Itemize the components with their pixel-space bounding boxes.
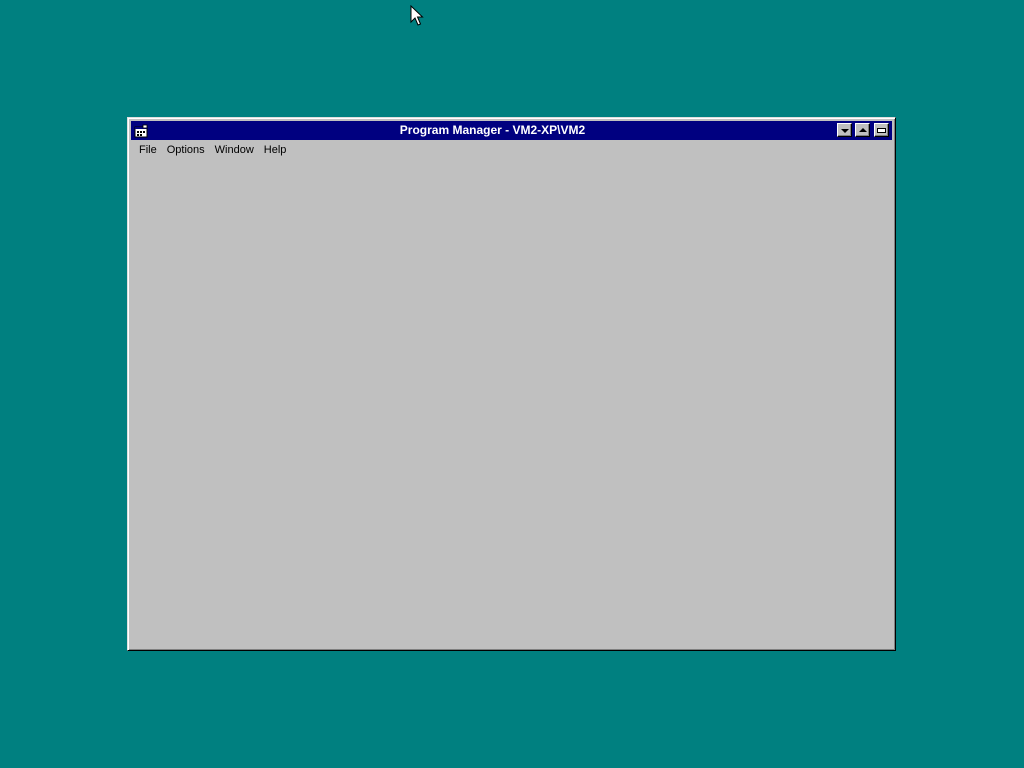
menu-file[interactable]: File <box>134 141 162 159</box>
title-bar[interactable]: Program Manager - VM2-XP\VM2 <box>131 121 892 140</box>
program-manager-workspace[interactable] <box>131 160 892 647</box>
control-menu-button[interactable] <box>874 123 889 137</box>
program-manager-window[interactable]: Program Manager - VM2-XP\VM2 File Option… <box>127 117 896 651</box>
menu-window[interactable]: Window <box>210 141 259 159</box>
minimize-button[interactable] <box>837 123 852 137</box>
mouse-pointer-icon <box>410 5 424 26</box>
desktop[interactable]: Program Manager - VM2-XP\VM2 File Option… <box>0 0 1024 768</box>
window-title: Program Manager - VM2-XP\VM2 <box>399 123 586 137</box>
program-manager-glyph <box>134 124 148 137</box>
maximize-button[interactable] <box>855 123 870 137</box>
menu-options[interactable]: Options <box>162 141 210 159</box>
menu-help[interactable]: Help <box>259 141 292 159</box>
minimize-icon <box>840 128 849 133</box>
menu-bar: File Options Window Help <box>131 140 892 160</box>
control-menu-icon <box>877 127 886 133</box>
program-manager-icon[interactable] <box>132 122 150 139</box>
maximize-icon <box>858 127 867 132</box>
